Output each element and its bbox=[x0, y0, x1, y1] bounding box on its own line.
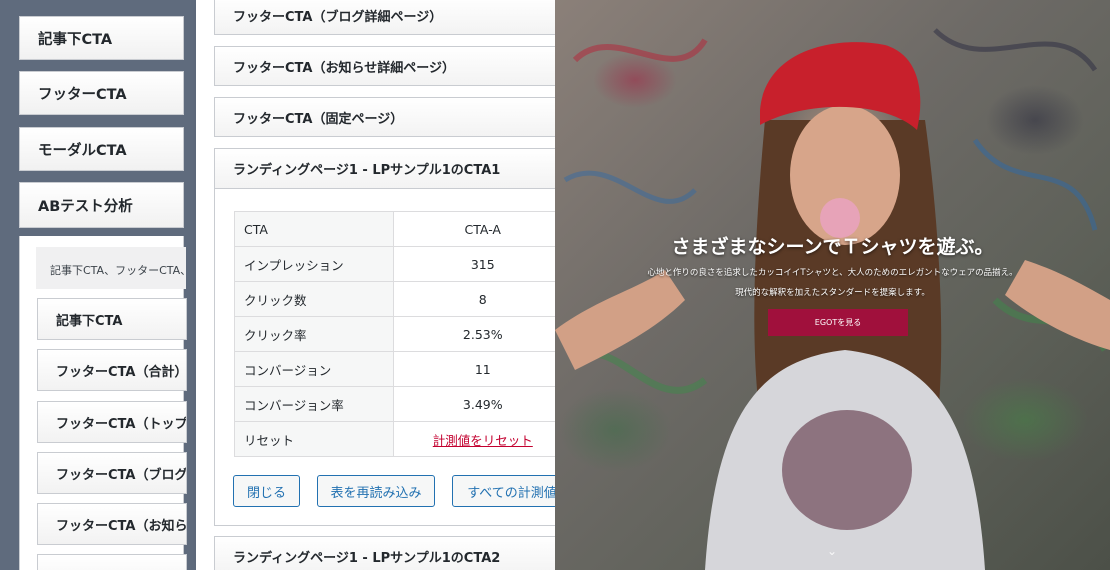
hero-subtitle-line1: 心地と作りの良さを追求したカッコイイTシャツと、大人のためのエレガントなウェアの… bbox=[647, 268, 1018, 278]
graffiti-stroke bbox=[972, 138, 1098, 231]
card-modal-cta[interactable]: モーダルCTA bbox=[19, 127, 184, 171]
cta-stats-table: CTA CTA-A インプレッション 315 クリック数 8 クリック率 2.53% コ… bbox=[234, 211, 558, 457]
row-value: 8 bbox=[392, 281, 558, 317]
card-footer-news-detail[interactable]: フッターCTA（お知らせ詳細ページ） bbox=[214, 46, 558, 86]
table-row: コンバージョン 11 bbox=[234, 351, 558, 387]
ab-item-footer-blog[interactable]: フッターCTA（ブログ bbox=[37, 452, 187, 494]
row-value: 11 bbox=[392, 351, 558, 387]
table-row: クリック率 2.53% bbox=[234, 316, 558, 352]
left-arm bbox=[555, 270, 685, 370]
table-row: インプレッション 315 bbox=[234, 246, 558, 282]
table-row: クリック数 8 bbox=[234, 281, 558, 317]
ab-item-article-bottom[interactable]: 記事下CTA bbox=[37, 298, 187, 340]
table-row: CTA CTA-A bbox=[234, 211, 558, 247]
card-lp1-cta2[interactable]: ランディングページ1 - LPサンプル1のCTA2 bbox=[214, 536, 558, 570]
item-label: フッターCTA（ブログ bbox=[56, 467, 187, 483]
reload-table-button[interactable]: 表を再読み込み bbox=[317, 475, 435, 507]
ab-item-footer-total[interactable]: フッターCTA（合計） bbox=[37, 349, 187, 391]
ab-item-footer-top[interactable]: フッターCTA（トップ bbox=[37, 401, 187, 443]
row-label: コンバージョン bbox=[234, 351, 394, 387]
card-label: フッターCTA（お知らせ詳細ページ） bbox=[233, 60, 455, 76]
row-value: CTA-A bbox=[392, 211, 558, 247]
card-footer-cta[interactable]: フッターCTA bbox=[19, 71, 184, 115]
card-lp1-cta1-header[interactable]: ランディングページ1 - LPサンプル1のCTA1 bbox=[215, 149, 558, 189]
close-button[interactable]: 閉じる bbox=[233, 475, 300, 507]
item-label: 記事下CTA bbox=[56, 313, 123, 329]
item-label: フッターCTA（お知ら bbox=[56, 518, 187, 534]
item-label: フッターCTA（合計） bbox=[56, 364, 187, 380]
row-label: クリック数 bbox=[234, 281, 394, 317]
reset-stats-link[interactable]: 計測値をリセット bbox=[433, 433, 533, 448]
card-footer-blog-detail[interactable]: フッターCTA（ブログ詳細ページ） bbox=[214, 0, 558, 35]
table-row: コンバージョン率 3.49% bbox=[234, 386, 558, 422]
card-footer-fixed-page[interactable]: フッターCTA（固定ページ） bbox=[214, 97, 558, 137]
reset-all-button[interactable]: すべての計測値 bbox=[452, 475, 558, 507]
card-label: ランディングページ1 - LPサンプル1のCTA1 bbox=[233, 163, 501, 178]
row-label: リセット bbox=[234, 421, 394, 457]
graffiti-stroke bbox=[933, 28, 1098, 72]
row-label: インプレッション bbox=[234, 246, 394, 282]
left-settings-panel: 記事下CTA フッターCTA モーダルCTA ABテスト分析 記事下CTA、フッ… bbox=[0, 0, 196, 570]
hero-subtitle-line2: 現代的な解釈を加えたスタンダードを提案します。 bbox=[735, 288, 930, 298]
card-label: ABテスト分析 bbox=[38, 198, 133, 215]
row-label: CTA bbox=[234, 211, 394, 247]
ab-item-footer-news[interactable]: フッターCTA（お知ら bbox=[37, 503, 187, 545]
row-value: 2.53% bbox=[392, 316, 558, 352]
item-label: フッターCTA（トップ bbox=[56, 416, 187, 432]
ab-results-panel: フッターCTA（ブログ詳細ページ） フッターCTA（お知らせ詳細ページ） フッタ… bbox=[196, 0, 558, 570]
ab-test-description: 記事下CTA、フッターCTA、 bbox=[36, 247, 186, 289]
card-ab-test[interactable]: ABテスト分析 bbox=[19, 182, 184, 228]
row-value: 315 bbox=[392, 246, 558, 282]
row-value: 3.49% bbox=[392, 386, 558, 422]
reset-cell: 計測値をリセット bbox=[392, 421, 558, 457]
card-label: 記事下CTA bbox=[38, 31, 113, 48]
card-label: ランディングページ1 - LPサンプル1のCTA2 bbox=[233, 550, 501, 566]
ab-item-partial[interactable] bbox=[37, 554, 187, 570]
table-row: リセット 計測値をリセット bbox=[234, 421, 558, 457]
hero-illustration bbox=[555, 28, 1110, 570]
hero-preview: さまざまなシーンでＴシャツを遊ぶ。 心地と作りの良さを追求したカッコイイTシャツ… bbox=[555, 0, 1110, 570]
card-label: モーダルCTA bbox=[38, 142, 127, 159]
graffiti-stroke bbox=[572, 38, 708, 63]
card-lp1-cta1: ランディングページ1 - LPサンプル1のCTA1 CTA CTA-A インプレッ… bbox=[214, 148, 558, 526]
hero-cta-button[interactable]: EGOTを見る bbox=[768, 309, 908, 336]
scroll-down-chevron-icon[interactable]: ⌄ bbox=[827, 544, 837, 558]
card-label: フッターCTA（ブログ詳細ページ） bbox=[233, 9, 443, 25]
card-label: フッターCTA（固定ページ） bbox=[233, 111, 404, 127]
tshirt-print bbox=[782, 410, 912, 530]
hero-title: さまざまなシーンでＴシャツを遊ぶ。 bbox=[671, 236, 994, 258]
row-label: クリック率 bbox=[234, 316, 394, 352]
row-label: コンバージョン率 bbox=[234, 386, 394, 422]
graffiti-stroke bbox=[563, 170, 697, 204]
card-article-bottom-cta[interactable]: 記事下CTA bbox=[19, 16, 184, 60]
card-label: フッターCTA bbox=[38, 86, 127, 103]
